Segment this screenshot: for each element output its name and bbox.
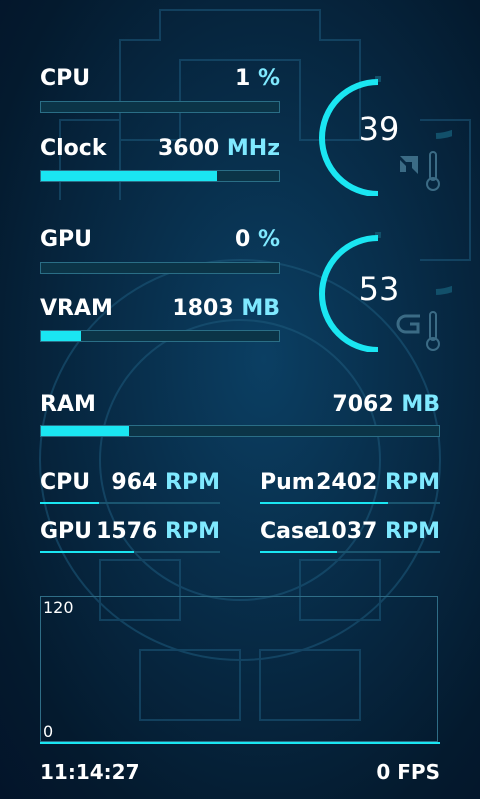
- gpu-logo-icon: [396, 311, 440, 351]
- gpu-load-number: 0: [234, 227, 251, 252]
- fan-cpu-value: 964 RPM: [100, 470, 220, 495]
- fan-gpu-value: 1576 RPM: [95, 519, 220, 544]
- cpu-clock-bar-fill: [41, 171, 218, 181]
- graph-min-label: 0: [43, 722, 54, 741]
- fan-gpu-unit: RPM: [165, 519, 220, 544]
- vram-bar-fill: [41, 331, 82, 341]
- fan-gpu-line: [40, 551, 220, 553]
- gpu-load-unit: %: [257, 227, 280, 252]
- fan-cpu-line-fill: [40, 502, 100, 504]
- cpu-clock-value: 3600 MHz: [130, 136, 280, 161]
- cpu-load-number: 1: [234, 66, 251, 91]
- fan-cpu-line: [40, 502, 220, 504]
- cpu-clock-label: Clock: [40, 136, 107, 161]
- fan-case-unit: RPM: [385, 519, 440, 544]
- fan-case-value: 1037 RPM: [315, 519, 440, 544]
- cpu-load-value: 1 %: [150, 66, 280, 91]
- gpu-temp-value: 53: [358, 270, 400, 308]
- vram-label: VRAM: [40, 296, 113, 321]
- cpu-load-bar: [40, 101, 280, 113]
- ram-number: 7062: [332, 392, 394, 417]
- gpu-load-bar: [40, 262, 280, 274]
- vram-value: 1803 MB: [130, 296, 280, 321]
- vram-unit: MB: [241, 296, 280, 321]
- fan-pump-label: Pum: [260, 470, 315, 495]
- ram-label: RAM: [40, 392, 96, 417]
- ram-unit: MB: [401, 392, 440, 417]
- ram-value: 7062 MB: [290, 392, 440, 417]
- fan-pump-line-fill: [260, 502, 388, 504]
- ram-bar-fill: [41, 426, 129, 436]
- clock-time: 11:14:27: [40, 760, 140, 784]
- fan-gpu-label: GPU: [40, 519, 93, 544]
- vram-number: 1803: [172, 296, 234, 321]
- vram-bar: [40, 330, 280, 342]
- fan-case-line: [260, 551, 440, 553]
- fan-case-number: 1037: [316, 519, 378, 544]
- fan-pump-line: [260, 502, 440, 504]
- fan-cpu-unit: RPM: [165, 470, 220, 495]
- fps-graph: [40, 596, 438, 742]
- fan-gpu-number: 1576: [96, 519, 158, 544]
- cpu-clock-unit: MHz: [226, 136, 280, 161]
- fan-pump-unit: RPM: [385, 470, 440, 495]
- amd-logo-icon: [400, 151, 440, 191]
- fan-gpu-line-fill: [40, 551, 134, 553]
- fan-pump-value: 2402 RPM: [315, 470, 440, 495]
- cpu-temp-value: 39: [358, 110, 400, 148]
- gpu-load-value: 0 %: [150, 227, 280, 252]
- cpu-clock-number: 3600: [157, 136, 220, 161]
- ram-bar: [40, 425, 440, 437]
- cpu-clock-bar: [40, 170, 280, 182]
- cpu-load-unit: %: [257, 66, 280, 91]
- cpu-load-label: CPU: [40, 66, 91, 91]
- fan-case-label: Case: [260, 519, 320, 544]
- fan-cpu-label: CPU: [40, 470, 91, 495]
- graph-max-label: 120: [43, 598, 74, 617]
- graph-baseline: [40, 742, 440, 744]
- fps-value: 0 FPS: [376, 760, 440, 784]
- fan-case-line-fill: [260, 551, 338, 553]
- gpu-load-label: GPU: [40, 227, 93, 252]
- fan-pump-number: 2402: [316, 470, 378, 495]
- fan-cpu-number: 964: [111, 470, 158, 495]
